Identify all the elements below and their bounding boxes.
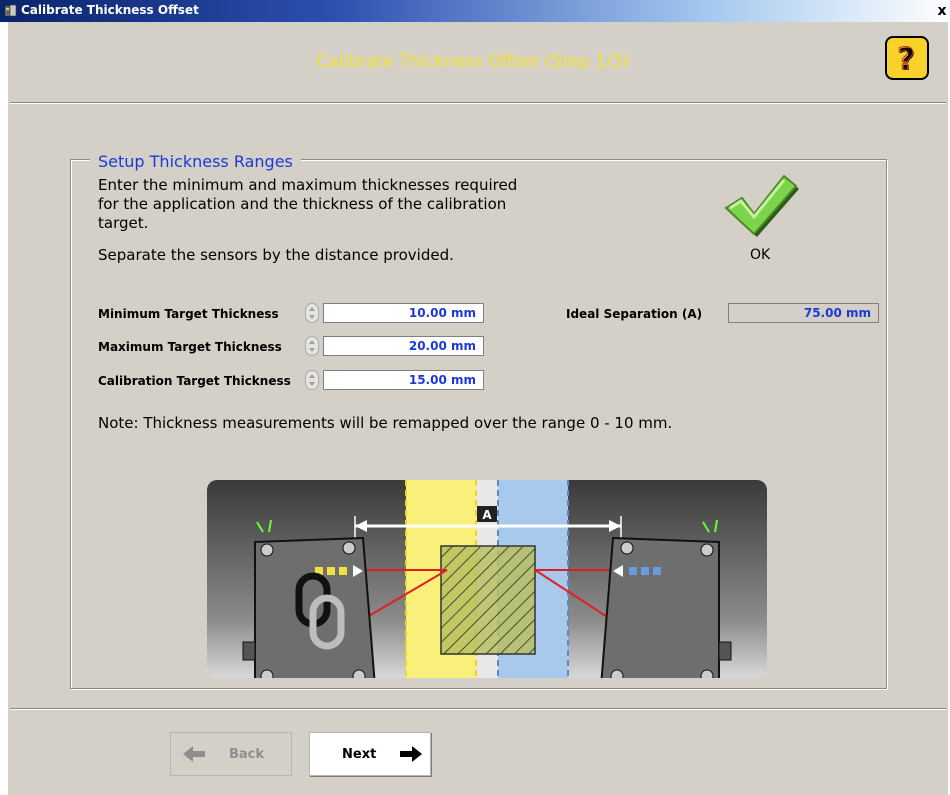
left-sensor [242,519,376,678]
max-thickness-label: Maximum Target Thickness [98,340,282,354]
close-icon[interactable]: x [934,0,950,22]
sensor-separation-diagram: A [207,480,767,678]
next-button-label: Next [342,747,377,762]
ideal-separation-label: Ideal Separation (A) [566,307,703,321]
svg-text:?: ? [897,42,914,77]
description-line-3: target. [98,214,149,232]
arrow-right-icon [400,746,422,762]
status-label: OK [750,247,771,263]
window-title: Calibrate Thickness Offset [21,3,199,17]
page-title: Calibrate Thickness Offset (Step 1/3) [316,52,630,72]
help-button[interactable]: ? ? [885,36,929,80]
ideal-separation-value: 75.00 mm [728,303,879,323]
separation-instruction: Separate the sensors by the distance pro… [98,246,454,264]
right-sensor [600,519,732,678]
max-thickness-spinner[interactable] [305,336,319,356]
min-thickness-input[interactable]: 10.00 mm [323,303,484,323]
dialog-client-area: Calibrate Thickness Offset (Step 1/3) ? … [8,22,948,795]
distance-label: A [482,508,492,522]
description-line-1: Enter the minimum and maximum thicknesse… [98,176,518,194]
description-line-2: for the application and the thickness of… [98,195,507,213]
max-thickness-input[interactable]: 20.00 mm [323,336,484,356]
dialog-window: Calibrate Thickness Offset x Calibrate T… [0,0,950,795]
question-icon: ? ? [897,42,916,79]
min-thickness-spinner[interactable] [305,303,319,323]
calibration-thickness-label: Calibration Target Thickness [98,374,291,388]
min-thickness-label: Minimum Target Thickness [98,307,279,321]
back-button[interactable]: Back [170,732,292,776]
back-button-label: Back [229,747,265,762]
check-icon [724,174,799,237]
remap-note: Note: Thickness measurements will be rem… [98,414,673,432]
app-icon [5,4,17,17]
arrow-left-icon [183,746,205,762]
calibration-thickness-input[interactable]: 15.00 mm [323,370,484,390]
calibration-thickness-spinner[interactable] [305,370,319,390]
group-legend: Setup Thickness Ranges [90,152,301,171]
title-bar[interactable]: Calibrate Thickness Offset x [0,0,950,22]
footer-divider [10,708,946,710]
next-button[interactable]: Next [309,732,431,776]
header-divider [10,102,946,104]
